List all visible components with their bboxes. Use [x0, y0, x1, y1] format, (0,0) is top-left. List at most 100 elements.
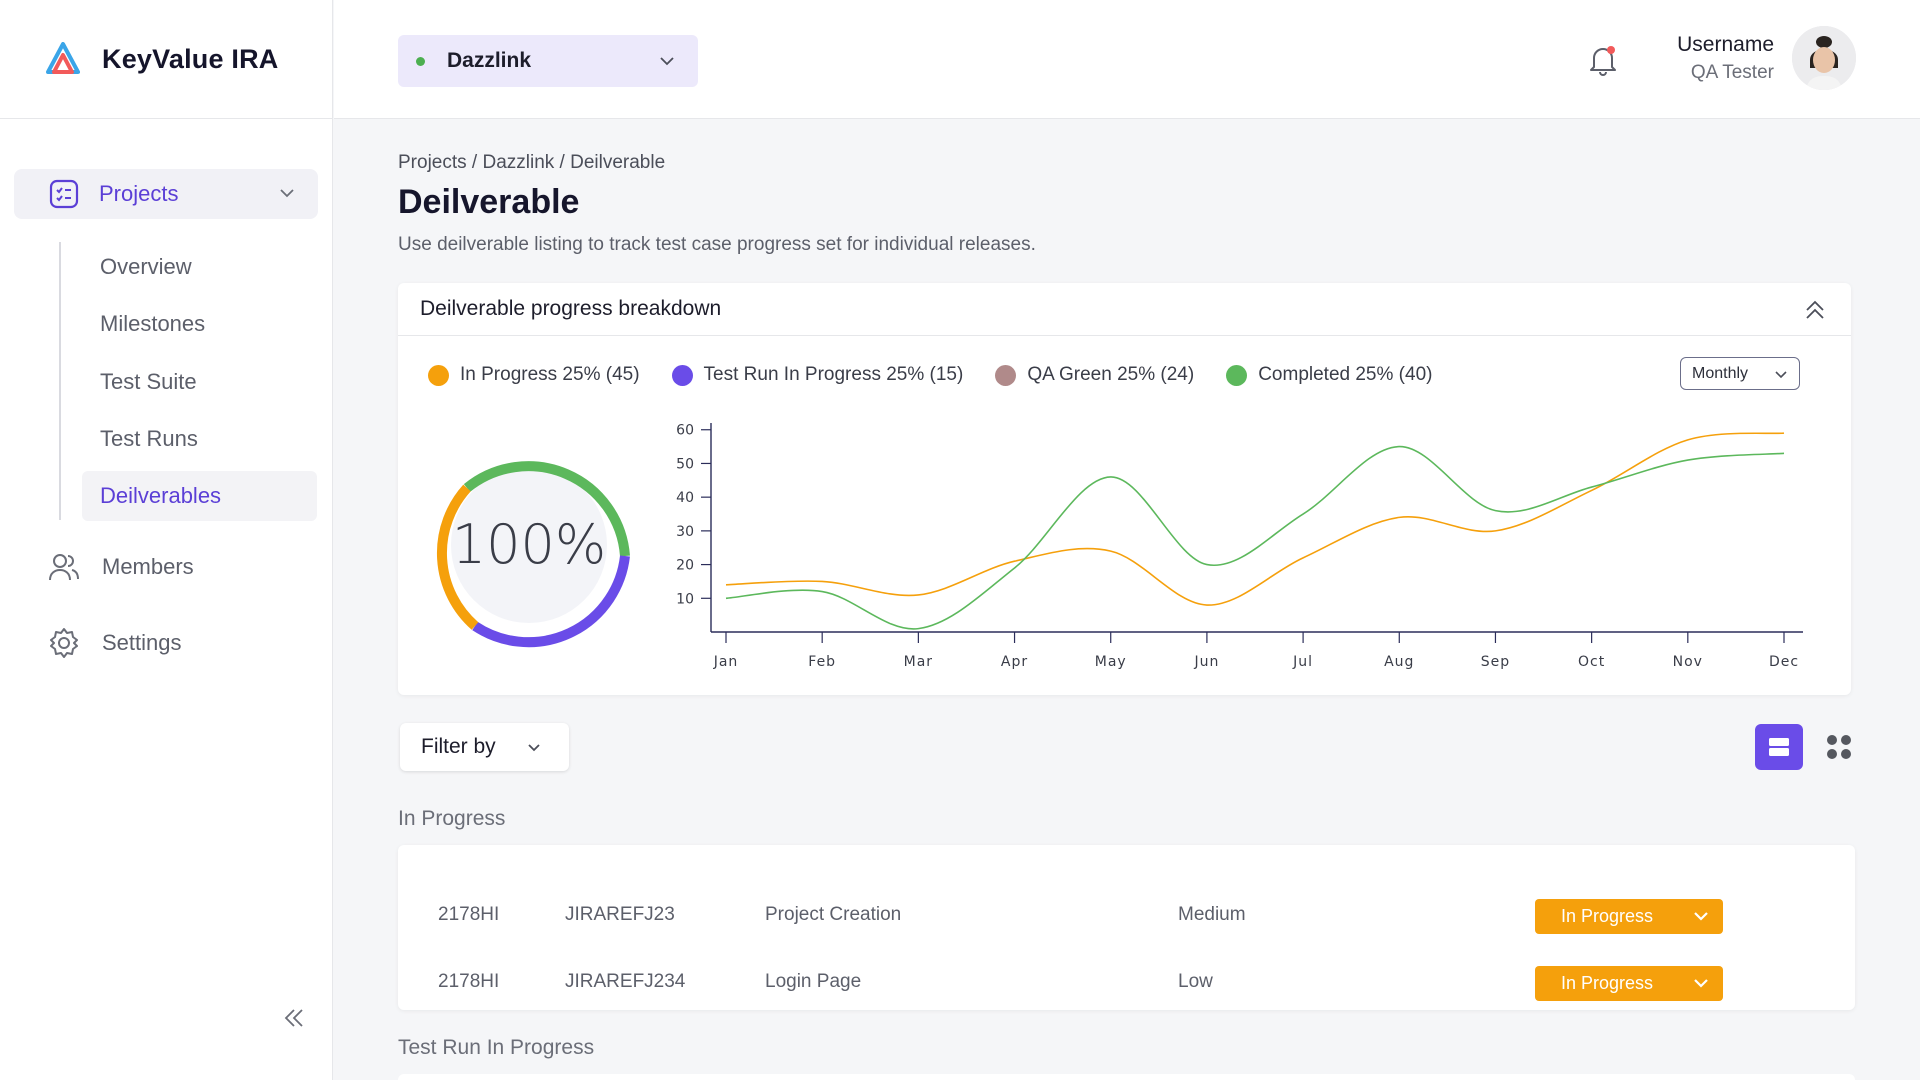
x-tick-label: Jun [1193, 654, 1219, 670]
chart-legend: In Progress 25% (45) Test Run In Progres… [428, 364, 1464, 386]
app-root: KeyValue IRA Projects Overview Milestone… [0, 0, 1920, 1080]
progress-donut: 100% [436, 461, 630, 648]
status-label: In Progress [1561, 906, 1654, 926]
task-name: Login Page [765, 971, 862, 992]
top-bar: Dazzlink Username QA Tester [334, 0, 1920, 119]
table-row[interactable]: 2178HI JIRAREFJ234 Login Page Low In Pro… [398, 962, 1855, 1002]
legend-swatch [995, 364, 1017, 386]
sidebar-item-projects[interactable]: Projects [14, 169, 318, 219]
chevron-down-icon [280, 189, 294, 198]
task-list: 2178HI JIRAREFJ23 Project Creation Mediu… [398, 845, 1855, 1010]
status-dot [416, 56, 425, 66]
y-tick-label: 10 [676, 591, 694, 607]
sidebar-item-test-runs[interactable]: Test Runs [82, 414, 317, 464]
card-title: Deilverable progress breakdown [420, 297, 722, 320]
filter-dropdown[interactable]: Filter by [400, 723, 569, 771]
section-title: Test Run In Progress [398, 1036, 595, 1059]
period-select[interactable]: Monthly [1680, 357, 1800, 390]
task-priority: Low [1178, 971, 1213, 992]
task-ref: JIRAREFJ234 [565, 971, 686, 992]
status-dropdown[interactable]: In Progress [1535, 966, 1723, 1001]
task-name: Project Creation [765, 904, 902, 925]
brand: KeyValue IRA [0, 0, 333, 119]
series-line-0 [725, 432, 1785, 606]
list-view-icon [1769, 738, 1789, 756]
project-name: Dazzlink [447, 49, 532, 72]
sidebar-item-label: Settings [102, 630, 182, 655]
task-id: 2178HI [438, 904, 500, 925]
subnav-divider [59, 242, 61, 520]
table-row[interactable]: 2178HI JIRAREFJ23 Project Creation Mediu… [398, 895, 1855, 935]
legend-label: Test Run In Progress 25% (15) [703, 364, 964, 385]
user-name: Username [1677, 33, 1774, 56]
chevron-down-icon [660, 57, 674, 66]
sidebar-item-milestones[interactable]: Milestones [82, 299, 317, 349]
x-tick-label: Apr [1001, 654, 1028, 670]
section-title: In Progress [398, 807, 506, 830]
grid-view-icon[interactable] [1825, 733, 1853, 761]
x-tick-label: Mar [904, 654, 933, 670]
legend-label: QA Green 25% (24) [1027, 364, 1195, 385]
y-tick-label: 50 [676, 456, 694, 472]
legend-label: Completed 25% (40) [1258, 364, 1433, 385]
legend-item: Completed 25% (40) [1226, 364, 1432, 386]
page-description: Use deilverable listing to track test ca… [398, 234, 1036, 255]
period-label: Monthly [1692, 364, 1749, 382]
checklist-icon [49, 179, 79, 209]
task-list [398, 1074, 1855, 1080]
card-header: Deilverable progress breakdown [398, 283, 1851, 336]
chevron-down-icon [1694, 979, 1708, 988]
task-ref: JIRAREFJ23 [565, 904, 675, 925]
x-tick-label: Sep [1481, 654, 1510, 670]
avatar[interactable] [1792, 26, 1856, 90]
chevron-down-icon [1775, 371, 1787, 379]
legend-swatch [1226, 364, 1248, 386]
sidebar-item-members[interactable]: Members [48, 552, 194, 582]
sidebar-item-settings[interactable]: Settings [48, 627, 182, 659]
breadcrumb: Projects / Dazzlink / Deilverable [398, 152, 666, 173]
user-role: QA Tester [1690, 62, 1774, 83]
users-icon [49, 554, 79, 581]
y-tick-label: 40 [676, 490, 694, 506]
x-tick-label: Aug [1384, 654, 1414, 670]
avatar-image [1792, 26, 1856, 90]
x-tick-label: Jul [1292, 654, 1313, 670]
filter-label: Filter by [421, 735, 496, 758]
sidebar-item-overview[interactable]: Overview [82, 242, 317, 292]
legend-swatch [428, 364, 449, 386]
x-tick-label: Jan [713, 654, 739, 670]
legend-swatch [671, 364, 693, 386]
brand-logo-icon [46, 42, 80, 74]
y-tick-label: 20 [676, 558, 694, 574]
project-selector[interactable]: Dazzlink [398, 35, 698, 87]
progress-breakdown-card: Deilverable progress breakdown In Progre… [398, 283, 1851, 695]
legend-item: Test Run In Progress 25% (15) [671, 364, 964, 386]
legend-item: QA Green 25% (24) [995, 364, 1194, 386]
chevron-down-icon [1694, 912, 1708, 921]
legend-item: In Progress 25% (45) [428, 364, 640, 386]
sidebar-item-label: Members [102, 554, 194, 579]
series-line-1 [725, 445, 1785, 630]
y-tick-label: 30 [676, 524, 694, 540]
gear-icon [50, 628, 78, 658]
collapse-sidebar-icon[interactable] [282, 1006, 306, 1030]
x-tick-label: Feb [808, 654, 836, 670]
brand-name: KeyValue IRA [102, 43, 279, 74]
donut-label: 100% [452, 513, 606, 576]
x-tick-label: Nov [1673, 654, 1703, 670]
status-label: In Progress [1561, 973, 1654, 993]
legend-label: In Progress 25% (45) [460, 364, 640, 385]
collapse-up-icon[interactable] [1803, 297, 1827, 321]
notification-bell-icon[interactable] [1588, 44, 1618, 76]
list-view-button[interactable] [1755, 724, 1803, 770]
sidebar-item-label: Projects [99, 181, 179, 206]
x-tick-label: May [1095, 654, 1127, 670]
sidebar-item-deliverables[interactable]: Deilverables [82, 471, 317, 521]
task-id: 2178HI [438, 971, 500, 992]
sidebar-item-test-suite[interactable]: Test Suite [82, 357, 317, 407]
status-dropdown[interactable]: In Progress [1535, 899, 1723, 934]
x-tick-label: Oct [1578, 654, 1605, 670]
chevron-down-icon [528, 744, 540, 752]
sidebar: KeyValue IRA Projects Overview Milestone… [0, 0, 333, 1080]
page-title: Deilverable [398, 183, 580, 221]
